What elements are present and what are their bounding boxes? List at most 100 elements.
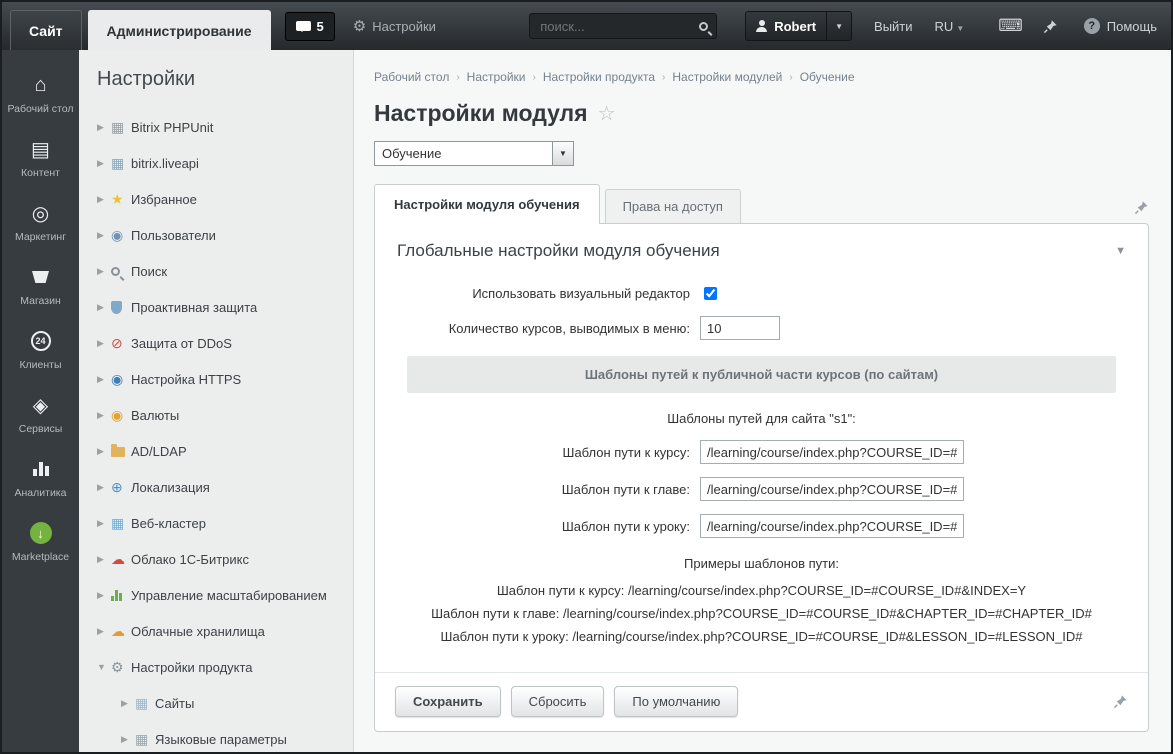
sidebar-item-label: Локализация — [131, 479, 210, 495]
collapse-section-icon[interactable]: ▼ — [1115, 245, 1126, 257]
services-icon: ◈ — [32, 394, 49, 417]
sidebar-item-label: Сайты — [155, 695, 195, 711]
sidebar-item-6[interactable]: ▶ Проактивная защита — [97, 289, 353, 325]
reset-button[interactable]: Сбросить — [510, 686, 605, 717]
user-dropdown-arrow-icon[interactable]: ▼ — [826, 12, 851, 40]
sidebar-item-7[interactable]: ▶ ⊘ Защита от DDoS — [97, 325, 353, 361]
rail-item-8[interactable]: ↓ Marketplace — [2, 510, 79, 574]
sidebar-item-3[interactable]: ▶ ★ Избранное — [97, 181, 353, 217]
path-input-2[interactable] — [700, 477, 964, 501]
cloud-orange-icon: ☁ — [111, 623, 125, 639]
sidebar-item-12[interactable]: ▶ ▦ Веб-кластер — [97, 505, 353, 541]
tab-administration[interactable]: Администрирование — [87, 10, 271, 50]
section-title: Глобальные настройки модуля обучения — [397, 241, 720, 260]
breadcrumb-item-4[interactable]: Настройки модулей — [672, 70, 782, 84]
breadcrumb-item-5: Обучение — [799, 70, 855, 84]
rail-item-2[interactable]: ▤ Контент — [2, 126, 79, 190]
path-row-2: Шаблон пути к главе: — [405, 477, 1118, 501]
module-select[interactable]: Обучение ▼ — [374, 141, 574, 166]
marketplace-icon: ↓ — [29, 521, 52, 545]
topbar: Сайт Администрирование 5 ⚙ Настройки Rob… — [2, 2, 1171, 50]
sidebar-item-4[interactable]: ▶ ◉ Пользователи — [97, 217, 353, 253]
rail-item-label: Аналитика — [14, 487, 67, 499]
breadcrumb-separator-icon: › — [662, 71, 666, 83]
rail-item-5[interactable]: 24 Клиенты — [2, 318, 79, 382]
rail-item-label: Магазин — [20, 295, 61, 307]
example-line-2: Шаблон пути к главе: /learning/course/in… — [431, 606, 1092, 621]
breadcrumb-item-3[interactable]: Настройки продукта — [543, 70, 655, 84]
sidebar-item-13[interactable]: ▶ ☁ Облако 1С-Битрикс — [97, 541, 353, 577]
rail-item-label: Marketplace — [11, 551, 70, 563]
footer-pin-icon[interactable] — [1113, 694, 1128, 709]
breadcrumb-item-1[interactable]: Рабочий стол — [374, 70, 449, 84]
content-icon: ▤ — [31, 138, 50, 161]
desktop-icon: ⌂ — [34, 73, 47, 96]
chevron-right-icon: ▶ — [97, 193, 104, 204]
chevron-right-icon: ▶ — [97, 265, 104, 276]
chevron-right-icon: ▶ — [97, 409, 104, 420]
example-line-1: Шаблон пути к курсу: /learning/course/in… — [496, 583, 1027, 598]
user-menu[interactable]: Robert ▼ — [745, 11, 853, 41]
main-content: Рабочий стол › Настройки › Настройки продукт… — [354, 50, 1171, 752]
rail-item-7[interactable]: Аналитика — [2, 446, 79, 510]
help-button[interactable]: ? Помощь — [1083, 18, 1157, 34]
path-input-1[interactable] — [700, 440, 964, 464]
save-button[interactable]: Сохранить — [395, 686, 501, 717]
visual-editor-checkbox[interactable] — [704, 287, 717, 300]
chevron-right-icon: ▶ — [97, 337, 104, 348]
sidebar-item-15[interactable]: ▶ ☁ Облачные хранилища — [97, 613, 353, 649]
logout-link[interactable]: Выйти — [874, 19, 913, 34]
help-label: Помощь — [1106, 18, 1157, 34]
language-selector[interactable]: RU ▼ — [935, 19, 965, 34]
breadcrumb: Рабочий стол › Настройки › Настройки продукт… — [374, 70, 1149, 84]
rail-item-6[interactable]: ◈ Сервисы — [2, 382, 79, 446]
chevron-right-icon: ▶ — [97, 553, 104, 564]
tab-2[interactable]: Права на доступ — [604, 189, 741, 223]
breadcrumb-item-2[interactable]: Настройки — [467, 70, 526, 84]
sidebar-item-16[interactable]: ▼ ⚙ Настройки продукта — [97, 649, 353, 685]
search-input[interactable] — [538, 17, 700, 35]
sidebar-item-label: Облако 1С-Битрикс — [131, 551, 249, 567]
sidebar-item-10[interactable]: ▶ AD/LDAP — [97, 433, 353, 469]
notifications-button[interactable]: 5 — [284, 11, 335, 41]
tab-1[interactable]: Настройки модуля обучения — [374, 184, 600, 224]
path-row-1: Шаблон пути к курсу: — [405, 440, 1118, 464]
shield-icon — [111, 300, 131, 314]
sidebar-item-8[interactable]: ▶ ◉ Настройка HTTPS — [97, 361, 353, 397]
rail-item-4[interactable]: Магазин — [2, 254, 79, 318]
rail-item-1[interactable]: ⌂ Рабочий стол — [2, 62, 79, 126]
sidebar-item-1[interactable]: ▶ ▦ Bitrix PHPUnit — [97, 109, 353, 145]
path-input-3[interactable] — [700, 514, 964, 538]
sidebar-item-18[interactable]: ▶ ▦ Языковые параметры — [97, 721, 353, 752]
settings-sidebar: Настройки ▶ ▦ Bitrix PHPUnit ▶ ▦ bitrix.livea… — [79, 50, 354, 752]
gear-icon: ⚙ — [111, 659, 124, 675]
topbar-pin-icon[interactable] — [1043, 19, 1058, 34]
sidebar-item-5[interactable]: ▶ Поиск — [97, 253, 353, 289]
settings-menu-button[interactable]: ⚙ Настройки — [353, 17, 436, 35]
tab-site[interactable]: Сайт — [10, 10, 82, 50]
favorite-star-icon[interactable]: ☆ — [598, 101, 616, 126]
default-button[interactable]: По умолчанию — [614, 686, 739, 717]
sidebar-item-9[interactable]: ▶ ◉ Валюты — [97, 397, 353, 433]
sidebar-item-17[interactable]: ▶ ▦ Сайты — [97, 685, 353, 721]
shop-icon — [32, 265, 49, 289]
admin-window: Сайт Администрирование 5 ⚙ Настройки Rob… — [0, 0, 1173, 754]
site-templates-label: Шаблоны путей для сайта "s1": — [667, 411, 856, 426]
course-count-input[interactable] — [700, 316, 780, 340]
select-arrow-icon[interactable]: ▼ — [552, 142, 573, 165]
search-icon[interactable] — [699, 21, 709, 31]
sidebar-item-label: Управление масштабированием — [131, 587, 327, 603]
sidebar-item-label: Настройка HTTPS — [131, 371, 242, 387]
rail-item-3[interactable]: ◎ Маркетинг — [2, 190, 79, 254]
sidebar-item-14[interactable]: ▶ Управление масштабированием — [97, 577, 353, 613]
sidebar-item-label: Bitrix PHPUnit — [131, 119, 214, 135]
sidebar-item-2[interactable]: ▶ ▦ bitrix.liveapi — [97, 145, 353, 181]
users-icon: ◉ — [111, 227, 124, 243]
sidebar-item-11[interactable]: ▶ ⊕ Локализация — [97, 469, 353, 505]
keyboard-icon[interactable]: ⌨ — [998, 16, 1023, 36]
content-tabs: Настройки модуля обучения Права на доступ — [374, 184, 1149, 224]
gear-icon: ⚙ — [352, 18, 367, 35]
tabs-pin-icon[interactable] — [1134, 200, 1149, 215]
sidebar-item-label: Настройки продукта — [131, 659, 253, 675]
search-box — [529, 13, 718, 39]
